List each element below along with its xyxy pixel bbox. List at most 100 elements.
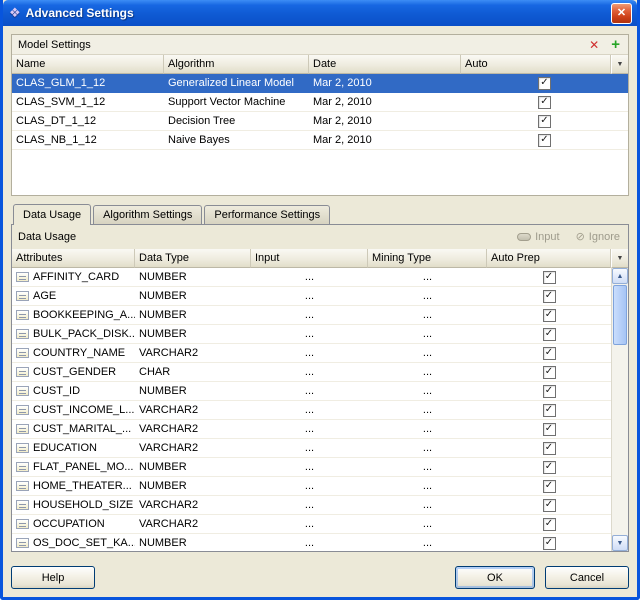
attribute-row[interactable]: HOME_THEATER...NUMBER......✓ [12, 477, 611, 496]
usage-col-data-type[interactable]: Data Type [135, 249, 251, 268]
mining-type-cell[interactable]: ... [368, 287, 487, 305]
attribute-row[interactable]: AGENUMBER......✓ [12, 287, 611, 306]
auto-prep-checkbox[interactable]: ✓ [543, 385, 556, 398]
attribute-row[interactable]: CUST_MARITAL_...VARCHAR2......✓ [12, 420, 611, 439]
auto-prep-checkbox[interactable]: ✓ [543, 404, 556, 417]
vertical-scrollbar[interactable]: ▲ ▼ [611, 268, 628, 551]
usage-col-attributes[interactable]: Attributes [12, 249, 135, 268]
auto-prep-checkbox[interactable]: ✓ [543, 499, 556, 512]
mining-type-cell[interactable]: ... [368, 515, 487, 533]
mining-type-cell[interactable]: ... [368, 420, 487, 438]
input-cell[interactable]: ... [251, 534, 368, 551]
mining-type-cell[interactable]: ... [368, 439, 487, 457]
input-cell[interactable]: ... [251, 515, 368, 533]
mining-type-cell[interactable]: ... [368, 458, 487, 476]
usage-header-dropdown-button[interactable]: ▼ [611, 249, 628, 268]
input-cell[interactable]: ... [251, 496, 368, 514]
scrollbar-track[interactable] [612, 346, 628, 535]
mining-type-cell[interactable]: ... [368, 382, 487, 400]
input-cell[interactable]: ... [251, 458, 368, 476]
input-cell[interactable]: ... [251, 306, 368, 324]
mining-type-cell[interactable]: ... [368, 344, 487, 362]
auto-prep-checkbox[interactable]: ✓ [543, 480, 556, 493]
mining-type-cell[interactable]: ... [368, 363, 487, 381]
dialog-icon: ❖ [9, 5, 21, 21]
usage-col-mining-type[interactable]: Mining Type [368, 249, 487, 268]
auto-prep-checkbox[interactable]: ✓ [543, 423, 556, 436]
model-col-name[interactable]: Name [12, 55, 164, 74]
auto-checkbox[interactable]: ✓ [538, 115, 551, 128]
attribute-row[interactable]: CUST_GENDERCHAR......✓ [12, 363, 611, 382]
mining-type-cell[interactable]: ... [368, 496, 487, 514]
input-cell[interactable]: ... [251, 420, 368, 438]
auto-prep-checkbox[interactable]: ✓ [543, 537, 556, 550]
model-header-dropdown-button[interactable]: ▼ [611, 55, 628, 74]
help-button[interactable]: Help [11, 566, 95, 589]
attribute-row[interactable]: COUNTRY_NAMEVARCHAR2......✓ [12, 344, 611, 363]
ok-button[interactable]: OK [455, 566, 535, 589]
attribute-row[interactable]: FLAT_PANEL_MO...NUMBER......✓ [12, 458, 611, 477]
input-cell[interactable]: ... [251, 477, 368, 495]
mining-type-cell[interactable]: ... [368, 401, 487, 419]
attribute-row[interactable]: BULK_PACK_DISK...NUMBER......✓ [12, 325, 611, 344]
input-cell[interactable]: ... [251, 382, 368, 400]
model-row[interactable]: CLAS_DT_1_12Decision TreeMar 2, 2010✓ [12, 112, 628, 131]
model-settings-panel: Model Settings ✕ + NameAlgorithmDateAuto… [11, 34, 629, 196]
input-cell[interactable]: ... [251, 268, 368, 286]
mining-type-cell[interactable]: ... [368, 477, 487, 495]
delete-model-icon[interactable]: ✕ [589, 39, 599, 51]
usage-col-input[interactable]: Input [251, 249, 368, 268]
mining-type-cell[interactable]: ... [368, 268, 487, 286]
auto-checkbox[interactable]: ✓ [538, 134, 551, 147]
attribute-cell: HOUSEHOLD_SIZE [12, 496, 135, 514]
auto-prep-checkbox[interactable]: ✓ [543, 328, 556, 341]
mining-type-cell[interactable]: ... [368, 306, 487, 324]
add-model-icon[interactable]: + [611, 37, 620, 52]
tab-performance-settings[interactable]: Performance Settings [204, 205, 330, 224]
scroll-up-button[interactable]: ▲ [612, 268, 628, 284]
attribute-row[interactable]: BOOKKEEPING_A...NUMBER......✓ [12, 306, 611, 325]
cancel-button[interactable]: Cancel [545, 566, 629, 589]
input-cell[interactable]: ... [251, 287, 368, 305]
input-cell[interactable]: ... [251, 439, 368, 457]
tab-algorithm-settings[interactable]: Algorithm Settings [93, 205, 202, 224]
attribute-row[interactable]: CUST_INCOME_L...VARCHAR2......✓ [12, 401, 611, 420]
auto-checkbox[interactable]: ✓ [538, 77, 551, 90]
mining-type-cell[interactable]: ... [368, 534, 487, 551]
auto-prep-checkbox[interactable]: ✓ [543, 290, 556, 303]
close-button[interactable]: ✕ [611, 3, 632, 24]
model-auto-cell: ✓ [461, 93, 628, 111]
model-row[interactable]: CLAS_GLM_1_12Generalized Linear ModelMar… [12, 74, 628, 93]
tab-data-usage[interactable]: Data Usage [13, 204, 91, 225]
attribute-row[interactable]: EDUCATIONVARCHAR2......✓ [12, 439, 611, 458]
auto-prep-checkbox[interactable]: ✓ [543, 347, 556, 360]
auto-prep-checkbox[interactable]: ✓ [543, 461, 556, 474]
usage-col-auto-prep[interactable]: Auto Prep [487, 249, 611, 268]
scrollbar-thumb[interactable] [613, 285, 627, 345]
attribute-row[interactable]: OCCUPATIONVARCHAR2......✓ [12, 515, 611, 534]
model-col-auto[interactable]: Auto [461, 55, 611, 74]
input-cell[interactable]: ... [251, 401, 368, 419]
auto-prep-checkbox[interactable]: ✓ [543, 518, 556, 531]
auto-prep-checkbox[interactable]: ✓ [543, 442, 556, 455]
input-cell[interactable]: ... [251, 325, 368, 343]
attribute-row[interactable]: HOUSEHOLD_SIZEVARCHAR2......✓ [12, 496, 611, 515]
attribute-row[interactable]: OS_DOC_SET_KA...NUMBER......✓ [12, 534, 611, 551]
input-cell[interactable]: ... [251, 363, 368, 381]
model-col-date[interactable]: Date [309, 55, 461, 74]
mining-type-cell[interactable]: ... [368, 325, 487, 343]
model-row[interactable]: CLAS_NB_1_12Naive BayesMar 2, 2010✓ [12, 131, 628, 150]
ignore-button[interactable]: ⊘ Ignore [576, 231, 620, 243]
input-button[interactable]: Input [517, 231, 559, 243]
auto-prep-checkbox[interactable]: ✓ [543, 366, 556, 379]
title-bar[interactable]: ❖ Advanced Settings ✕ [3, 0, 637, 26]
auto-checkbox[interactable]: ✓ [538, 96, 551, 109]
model-row[interactable]: CLAS_SVM_1_12Support Vector MachineMar 2… [12, 93, 628, 112]
auto-prep-checkbox[interactable]: ✓ [543, 271, 556, 284]
scroll-down-button[interactable]: ▼ [612, 535, 628, 551]
model-col-algorithm[interactable]: Algorithm [164, 55, 309, 74]
attribute-row[interactable]: CUST_IDNUMBER......✓ [12, 382, 611, 401]
input-cell[interactable]: ... [251, 344, 368, 362]
attribute-row[interactable]: AFFINITY_CARDNUMBER......✓ [12, 268, 611, 287]
auto-prep-checkbox[interactable]: ✓ [543, 309, 556, 322]
